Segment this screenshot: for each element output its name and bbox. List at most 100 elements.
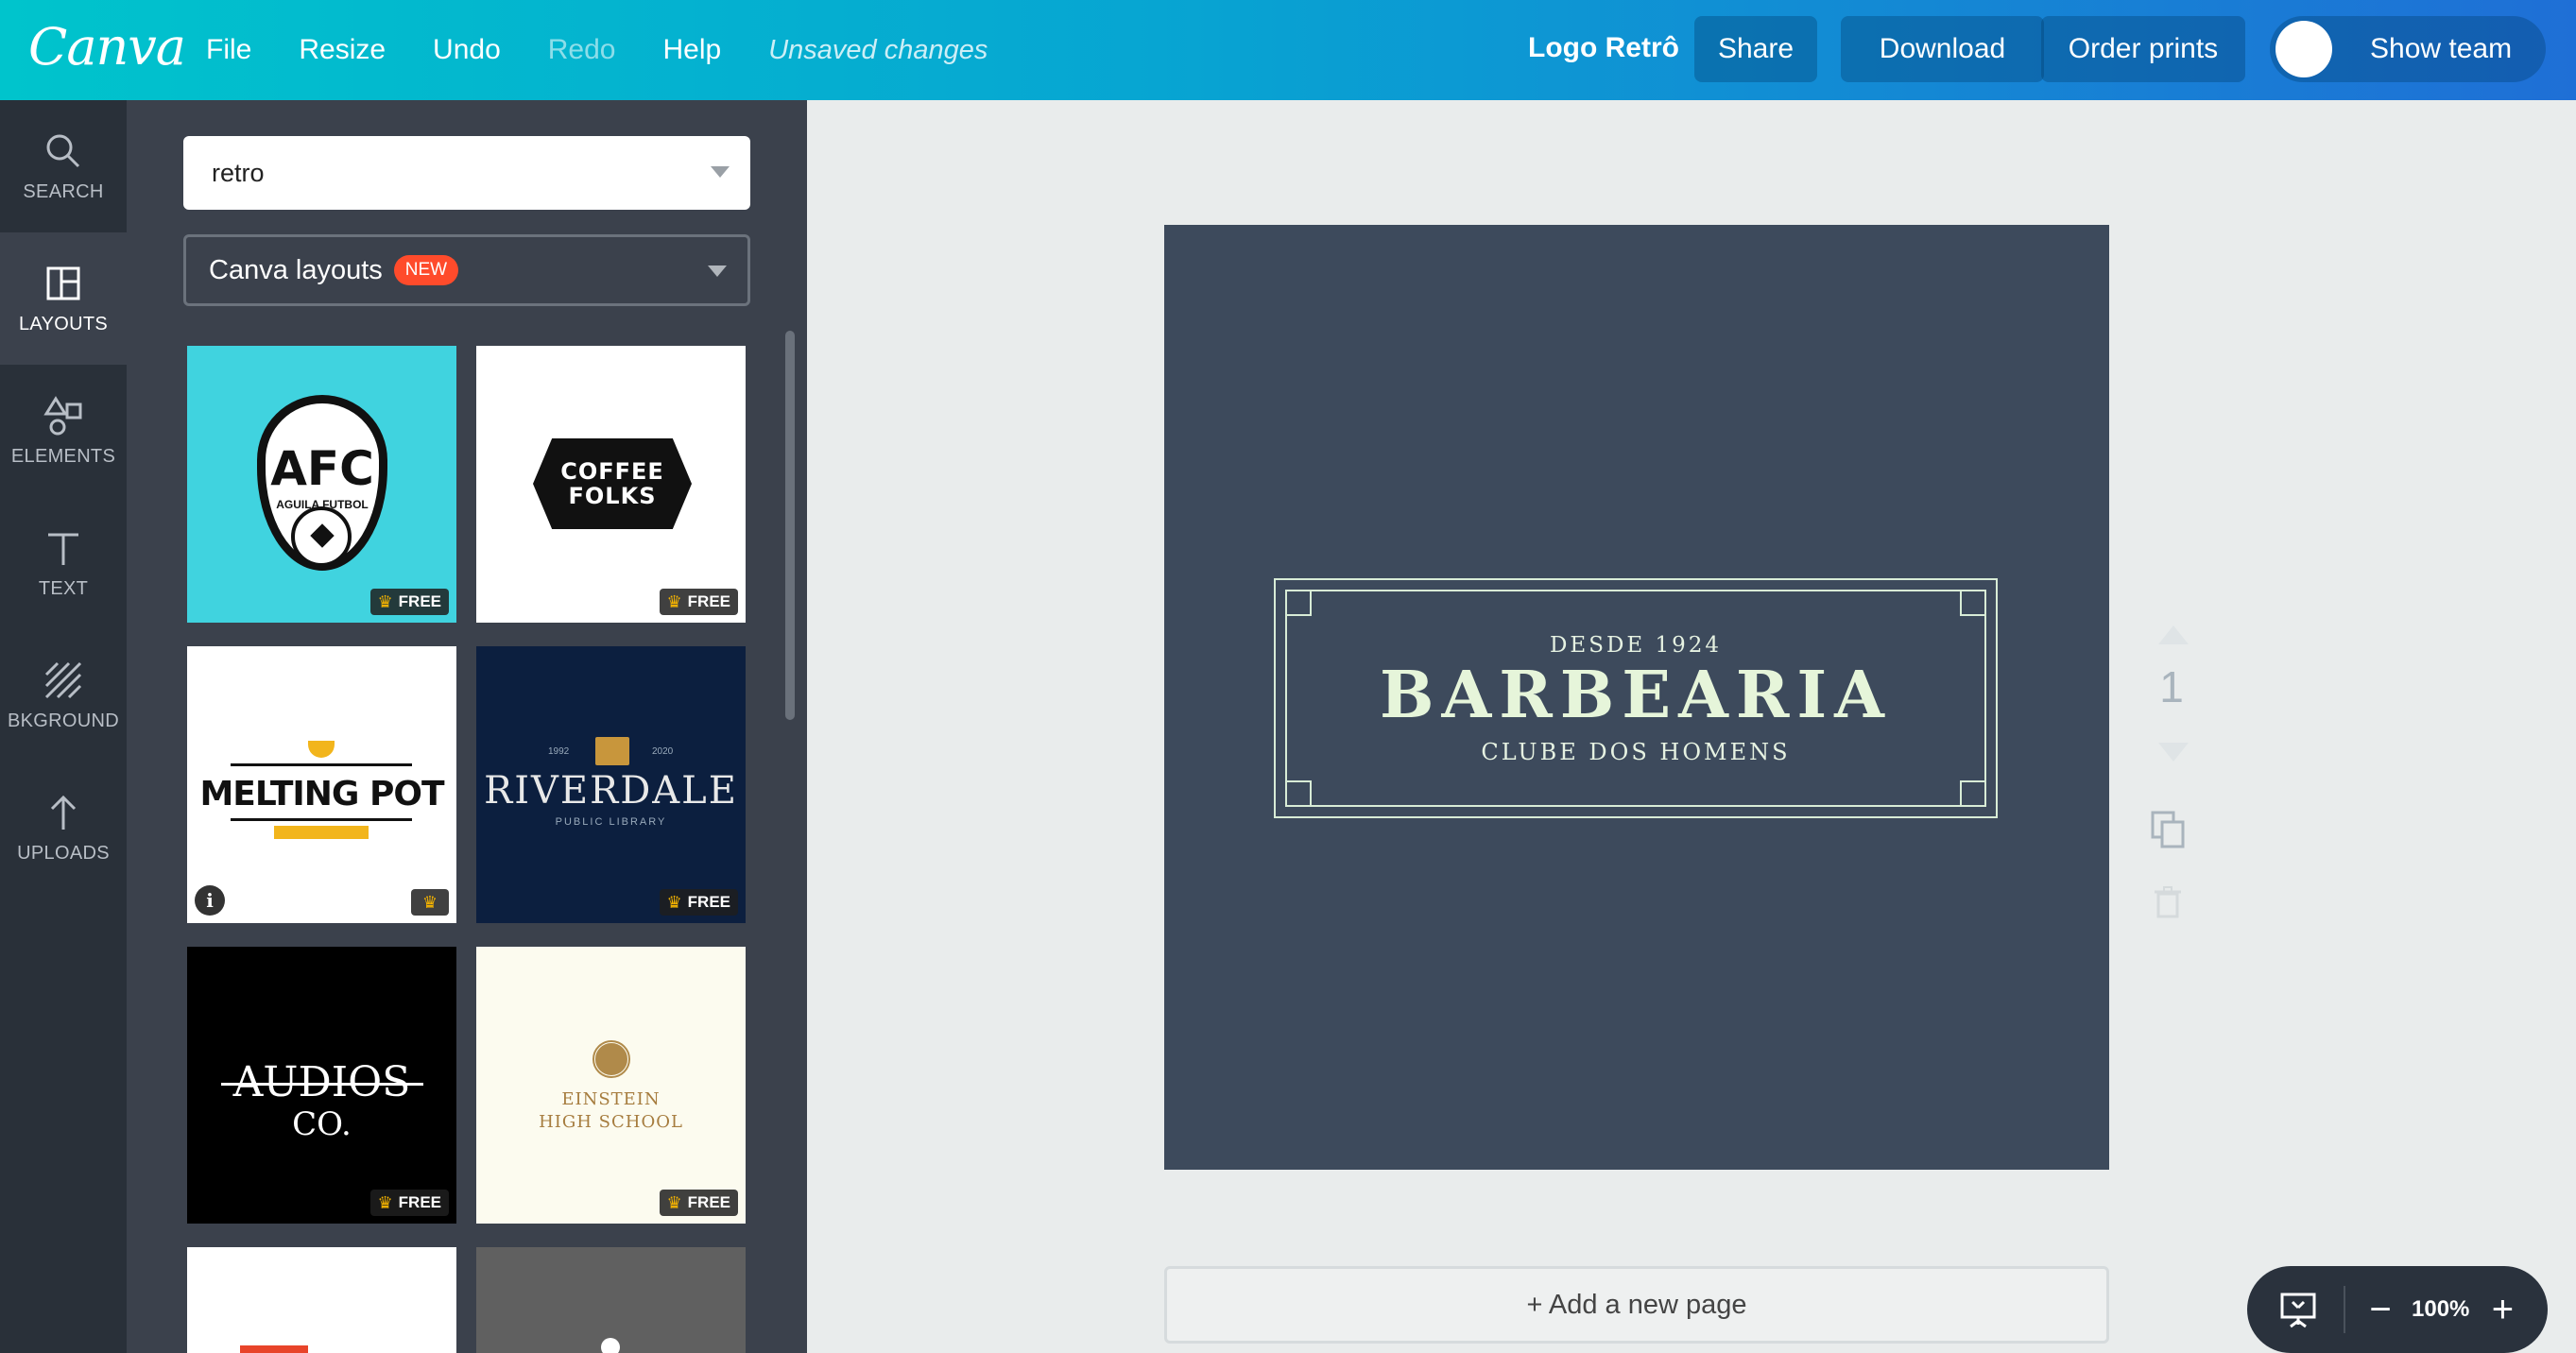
design-heading[interactable]: BARBEARIA — [1276, 658, 1996, 733]
zoom-control: − 100% + — [2247, 1266, 2548, 1353]
tile-title: AUDIOS CO. — [187, 1062, 456, 1145]
menu-help[interactable]: Help — [662, 34, 721, 66]
bowl-icon — [308, 741, 335, 758]
rail-label: TEXT — [38, 577, 89, 599]
layout-tile-partial[interactable] — [187, 1247, 456, 1353]
tile-year-left: 1992 — [548, 746, 570, 757]
trash-icon[interactable] — [2155, 886, 2181, 918]
order-prints-button[interactable]: Order prints — [2041, 16, 2245, 82]
panel-scrollbar[interactable] — [785, 331, 795, 720]
layout-tile-coffee[interactable]: COFFEE FOLKS ♛ FREE — [476, 346, 746, 623]
tile-subtitle: PUBLIC LIBRARY — [555, 816, 667, 828]
add-page-button[interactable]: + Add a new page — [1164, 1266, 2109, 1344]
tile-title: RIVERDALE — [484, 769, 738, 813]
rail-text[interactable]: TEXT — [0, 497, 127, 629]
background-icon — [44, 661, 82, 698]
rail-label: LAYOUTS — [19, 313, 108, 334]
show-team-button[interactable]: Show team — [2270, 16, 2546, 82]
rail-label: UPLOADS — [17, 842, 110, 864]
rail-elements[interactable]: ELEMENTS — [0, 365, 127, 497]
info-icon[interactable]: i — [195, 885, 225, 916]
crown-icon: ♛ — [666, 591, 682, 611]
menu-resize[interactable]: Resize — [299, 34, 386, 66]
rail-search[interactable]: SEARCH — [0, 100, 127, 232]
download-button[interactable]: Download — [1841, 16, 2044, 82]
free-badge: ♛ FREE — [369, 589, 449, 615]
design-subheading[interactable]: CLUBE DOS HOMENS — [1276, 739, 1996, 765]
divider — [231, 763, 412, 766]
zoom-level: 100% — [2412, 1296, 2470, 1322]
layouts-filter-select[interactable]: Canva layouts NEW — [183, 234, 750, 306]
tile-title-line2: CO. — [292, 1105, 352, 1143]
rail-label: ELEMENTS — [10, 445, 116, 467]
menu-undo[interactable]: Undo — [433, 34, 501, 66]
dot-icon — [601, 1338, 620, 1353]
rail-uploads[interactable]: UPLOADS — [0, 762, 127, 894]
book-icon — [595, 737, 629, 765]
menu-file[interactable]: File — [206, 34, 251, 66]
zoom-in-button[interactable]: + — [2488, 1289, 2516, 1331]
crown-icon: ♛ — [377, 591, 393, 611]
crown-icon: ♛ — [377, 1192, 393, 1212]
search-icon — [46, 134, 80, 167]
upload-icon — [50, 795, 77, 830]
rail-background[interactable]: BKGROUND — [0, 629, 127, 762]
zoom-out-button[interactable]: − — [2366, 1289, 2395, 1331]
layout-tile-einstein[interactable]: EINSTEIN HIGH SCHOOL ♛ FREE — [476, 947, 746, 1224]
free-badge: ♛ FREE — [369, 1190, 449, 1216]
crown-icon: ♛ — [666, 892, 682, 912]
tile-title-line1: COFFEE — [560, 458, 664, 485]
move-page-down-icon[interactable] — [2158, 743, 2189, 762]
crown-icon: ♛ — [411, 889, 449, 916]
frame-corner — [1960, 590, 1986, 616]
layout-tile-audios[interactable]: AUDIOS CO. ♛ FREE — [187, 947, 456, 1224]
logo-frame[interactable]: DESDE 1924 BARBEARIA CLUBE DOS HOMENS — [1274, 578, 1998, 818]
layouts-icon — [46, 266, 80, 300]
present-icon[interactable] — [2279, 1291, 2317, 1328]
rail-layouts[interactable]: LAYOUTS — [0, 232, 127, 365]
text-icon — [48, 533, 78, 565]
tile-year-right: 2020 — [652, 746, 674, 757]
layout-tile-afc[interactable]: AFC AGUILA FUTBOL ♛ FREE — [187, 346, 456, 623]
coffee-badge: COFFEE FOLKS — [533, 438, 692, 529]
strike-line — [221, 1083, 423, 1086]
copy-page-icon[interactable] — [2151, 811, 2185, 848]
top-bar: Canva File Resize Undo Redo Help Unsaved… — [0, 0, 2576, 100]
search-value: retro — [212, 158, 265, 187]
divider — [2344, 1286, 2345, 1333]
menu-redo[interactable]: Redo — [548, 34, 616, 66]
frame-corner — [1285, 590, 1312, 616]
crown-icon: ♛ — [666, 1192, 682, 1212]
save-status: Unsaved changes — [768, 34, 988, 65]
rail-label: SEARCH — [23, 180, 104, 202]
main-menu: File Resize Undo Redo Help Unsaved chang… — [206, 0, 987, 100]
design-tagline[interactable]: DESDE 1924 — [1276, 633, 1996, 658]
layout-tile-partial[interactable] — [476, 1247, 746, 1353]
tile-title: MELTING POT — [199, 775, 444, 814]
show-team-label: Show team — [2370, 33, 2513, 64]
tile-title-line2: FOLKS — [568, 483, 657, 509]
elements-icon — [43, 395, 82, 435]
tile-accent — [240, 1345, 308, 1353]
design-canvas[interactable]: DESDE 1924 BARBEARIA CLUBE DOS HOMENS — [1164, 225, 2109, 1170]
move-page-up-icon[interactable] — [2158, 625, 2189, 644]
tile-title-line1: EINSTEIN — [561, 1089, 661, 1109]
share-button[interactable]: Share — [1694, 16, 1817, 82]
soccer-ball-icon — [291, 506, 352, 567]
chevron-down-icon[interactable] — [711, 166, 730, 178]
left-rail: SEARCH LAYOUTS ELEMENTS TEXT BKGROUND UP… — [0, 100, 127, 1353]
tile-title: AFC — [270, 441, 374, 496]
page-number: 1 — [2159, 662, 2184, 711]
layouts-panel: retro Canva layouts NEW AFC AGUILA FUTBO… — [127, 100, 807, 1353]
document-title[interactable]: Logo Retrô — [1528, 32, 1679, 64]
layout-tile-riverdale[interactable]: 1992 2020 RIVERDALE PUBLIC LIBRARY ♛ FREE — [476, 646, 746, 923]
chevron-down-icon[interactable] — [708, 265, 727, 277]
canva-logo[interactable]: Canva — [28, 17, 186, 77]
tile-title: EINSTEIN HIGH SCHOOL — [476, 1088, 746, 1134]
free-badge: ♛ FREE — [659, 1190, 738, 1216]
new-badge: NEW — [393, 255, 459, 285]
layout-tile-melting-pot[interactable]: MELTING POT i ♛ — [187, 646, 456, 923]
tile-title-line2: HIGH SCHOOL — [539, 1112, 683, 1132]
search-input[interactable]: retro — [183, 136, 750, 210]
frame-corner — [1960, 780, 1986, 807]
